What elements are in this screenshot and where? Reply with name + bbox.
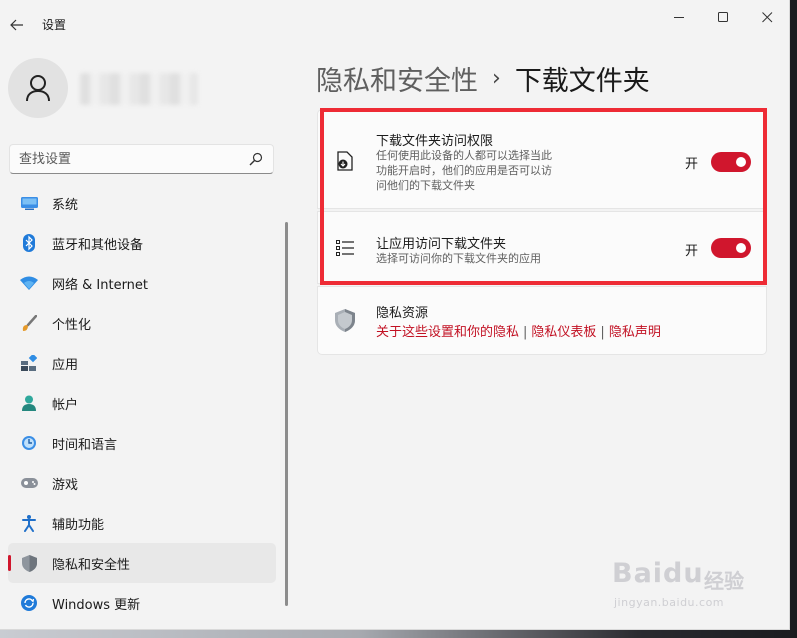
maximize-button[interactable] xyxy=(700,2,746,32)
app-title: 设置 xyxy=(42,18,67,32)
shield-icon xyxy=(334,308,356,332)
setting-description: 选择可访问你的下载文件夹的应用 xyxy=(376,252,541,265)
accessibility-icon xyxy=(20,514,38,532)
avatar[interactable] xyxy=(8,58,68,118)
update-icon xyxy=(20,594,38,612)
downloads-access-toggle[interactable] xyxy=(711,152,751,172)
setting-card-app-access: 让应用访问下载文件夹 选择可访问你的下载文件夹的应用 开 xyxy=(317,211,767,284)
sidebar-item-network[interactable]: 网络 & Internet xyxy=(8,263,276,303)
sidebar-item-privacy-security[interactable]: 隐私和安全性 xyxy=(8,543,276,583)
toggle-state-label: 开 xyxy=(685,157,699,172)
breadcrumb-parent[interactable]: 隐私和安全性 xyxy=(316,59,478,98)
link-about-settings-privacy[interactable]: 关于这些设置和你的隐私 xyxy=(376,325,519,340)
desktop-background-bottom xyxy=(0,630,797,638)
link-separator: | xyxy=(600,325,605,340)
setting-title: 下载文件夹访问权限 xyxy=(376,134,494,149)
maximize-icon xyxy=(717,11,728,22)
bluetooth-icon xyxy=(20,234,38,252)
sidebar-item-label: 游戏 xyxy=(52,477,79,493)
apps-icon xyxy=(20,354,38,372)
time-language-icon xyxy=(20,434,38,452)
sidebar-nav: 系统 蓝牙和其他设备 网络 & Internet 个性化 应用 帐户 时间和语言… xyxy=(8,183,276,623)
watermark-brand: Baidu xyxy=(612,558,704,589)
sidebar-item-time-language[interactable]: 时间和语言 xyxy=(8,423,276,463)
sidebar-item-system[interactable]: 系统 xyxy=(8,183,276,223)
sidebar-item-gaming[interactable]: 游戏 xyxy=(8,463,276,503)
link-privacy-dashboard[interactable]: 隐私仪表板 xyxy=(531,325,596,340)
account-icon xyxy=(20,394,38,412)
sidebar-item-accounts[interactable]: 帐户 xyxy=(8,383,276,423)
list-icon xyxy=(334,237,356,259)
search-box[interactable] xyxy=(9,144,274,174)
setting-description: 任何使用此设备的人都可以选择当此 功能开启时，他们的应用是否可以访 问他们的下载… xyxy=(376,149,552,192)
page-title: 下载文件夹 xyxy=(514,66,650,97)
sidebar-item-bluetooth[interactable]: 蓝牙和其他设备 xyxy=(8,223,276,263)
toggle-knob xyxy=(736,157,746,167)
search-icon xyxy=(249,152,263,166)
sidebar-item-label: 帐户 xyxy=(52,397,79,413)
search-input[interactable] xyxy=(19,151,239,168)
privacy-resources-title: 隐私资源 xyxy=(376,306,429,321)
brush-icon xyxy=(20,314,38,332)
sidebar-scrollbar[interactable] xyxy=(285,222,288,606)
sidebar-item-label: 应用 xyxy=(52,357,79,373)
link-privacy-statement[interactable]: 隐私声明 xyxy=(609,325,661,340)
close-icon xyxy=(761,11,772,22)
settings-window: 设置 系统 xyxy=(0,0,790,630)
privacy-resources-card: 隐私资源 关于这些设置和你的隐私 | 隐私仪表板 | 隐私声明 xyxy=(317,286,767,355)
wifi-icon xyxy=(20,274,38,292)
sidebar-item-label: 时间和语言 xyxy=(52,437,118,453)
close-button[interactable] xyxy=(744,2,790,32)
arrow-left-icon xyxy=(10,19,23,31)
sidebar-item-apps[interactable]: 应用 xyxy=(8,343,276,383)
sidebar-item-accessibility[interactable]: 辅助功能 xyxy=(8,503,276,543)
watermark-url: jingyan.baidu.com xyxy=(614,596,725,609)
gamepad-icon xyxy=(20,474,38,492)
breadcrumb-separator: › xyxy=(492,66,501,91)
setting-card-downloads-access: 下载文件夹访问权限 任何使用此设备的人都可以选择当此 功能开启时，他们的应用是否… xyxy=(317,109,767,209)
profile-name-redacted xyxy=(80,73,198,105)
breadcrumb: 隐私和安全性 › 下载文件夹 xyxy=(316,59,650,98)
system-icon xyxy=(20,194,38,212)
link-separator: | xyxy=(523,325,528,340)
download-folder-icon xyxy=(334,150,356,172)
app-access-toggle[interactable] xyxy=(711,238,751,258)
sidebar-item-label: 网络 & Internet xyxy=(52,277,149,293)
minimize-button[interactable] xyxy=(656,2,702,32)
sidebar-item-label: Windows 更新 xyxy=(52,597,141,613)
toggle-knob xyxy=(736,243,746,253)
sidebar-item-label: 系统 xyxy=(52,197,79,213)
sidebar-item-personalization[interactable]: 个性化 xyxy=(8,303,276,343)
sidebar-item-label: 个性化 xyxy=(52,317,92,333)
shield-icon xyxy=(20,554,38,572)
sidebar-item-label: 蓝牙和其他设备 xyxy=(52,237,144,253)
sidebar-item-label: 辅助功能 xyxy=(52,517,105,533)
sidebar-item-label: 隐私和安全性 xyxy=(52,557,131,573)
sidebar-item-windows-update[interactable]: Windows 更新 xyxy=(8,583,276,623)
back-button[interactable] xyxy=(4,12,30,38)
desktop-background-right xyxy=(790,0,797,638)
baidu-jingyan-watermark: Baidu 经验 jingyan.baidu.com xyxy=(612,552,762,622)
toggle-state-label: 开 xyxy=(685,244,699,259)
user-icon xyxy=(26,75,50,102)
minimize-icon xyxy=(673,16,684,18)
watermark-cn: 经验 xyxy=(704,569,744,593)
title-bar: 设置 xyxy=(0,0,790,48)
privacy-links: 关于这些设置和你的隐私 | 隐私仪表板 | 隐私声明 xyxy=(376,321,661,340)
setting-title: 让应用访问下载文件夹 xyxy=(376,237,507,252)
